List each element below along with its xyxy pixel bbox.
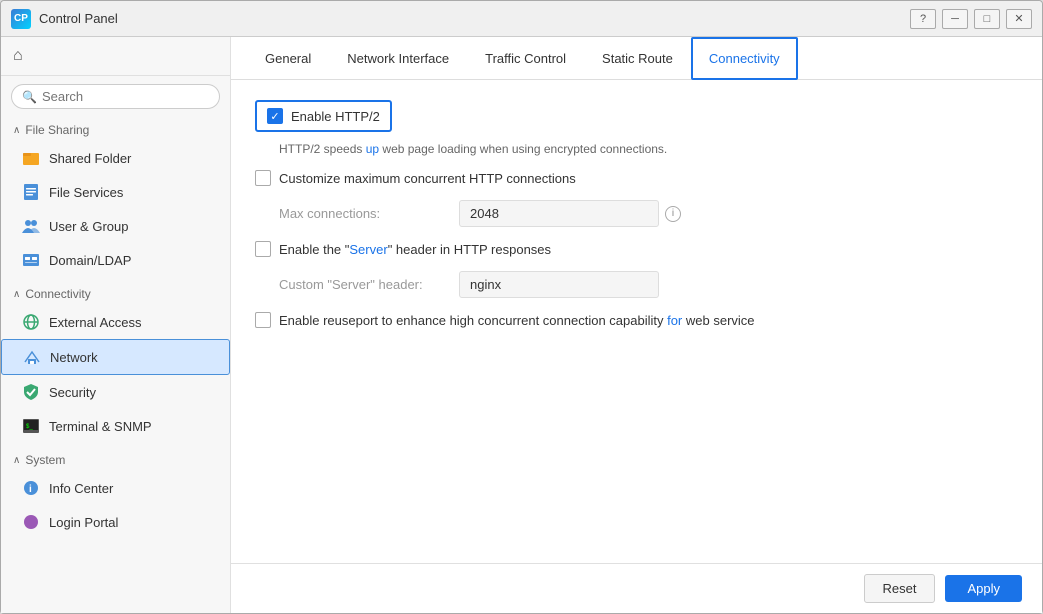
sidebar-item-user-group[interactable]: User & Group	[1, 209, 230, 243]
content-area: General Network Interface Traffic Contro…	[231, 37, 1042, 613]
sidebar-item-security[interactable]: Security	[1, 375, 230, 409]
search-icon: 🔍	[22, 90, 37, 104]
chevron-icon: ∧	[13, 125, 20, 136]
max-connections-label: Customize maximum concurrent HTTP connec…	[279, 171, 576, 186]
search-input[interactable]	[42, 89, 209, 104]
server-header-field-label: Custom "Server" header:	[279, 277, 459, 292]
search-box[interactable]: 🔍	[11, 84, 220, 109]
http2-checkbox[interactable]	[267, 108, 283, 124]
sidebar-item-terminal-snmp[interactable]: $_ Terminal & SNMP	[1, 409, 230, 443]
close-button[interactable]: ✕	[1006, 9, 1032, 29]
http2-desc-highlight: up	[366, 142, 379, 156]
tab-connectivity[interactable]: Connectivity	[691, 37, 798, 80]
server-header-form-row: Custom "Server" header:	[279, 271, 1018, 298]
chevron-icon: ∧	[13, 455, 20, 466]
sidebar-item-login-portal[interactable]: Login Portal	[1, 505, 230, 539]
svg-text:$_: $_	[26, 424, 33, 430]
tab-traffic-control[interactable]: Traffic Control	[467, 37, 584, 80]
network-icon	[22, 347, 42, 367]
help-button[interactable]: ?	[910, 9, 936, 29]
system-section: ∧ System i Info Center Login Portal	[1, 447, 230, 539]
file-services-icon	[21, 182, 41, 202]
section-label-connectivity[interactable]: ∧ Connectivity	[1, 281, 230, 305]
window-controls: ? ─ □ ✕	[910, 9, 1032, 29]
reuseport-setting-row: Enable reuseport to enhance high concurr…	[255, 312, 1018, 328]
sidebar-item-network[interactable]: Network	[1, 339, 230, 375]
server-header-setting-row: Enable the "Server" header in HTTP respo…	[255, 241, 1018, 257]
sidebar-item-external-access[interactable]: External Access	[1, 305, 230, 339]
info-icon[interactable]: i	[665, 206, 681, 222]
chevron-icon: ∧	[13, 289, 20, 300]
login-portal-label: Login Portal	[49, 515, 118, 530]
section-title-system: System	[25, 453, 65, 467]
http2-setting-row: Enable HTTP/2	[255, 100, 1018, 132]
network-label: Network	[50, 350, 98, 365]
sidebar-item-domain-ldap[interactable]: Domain/LDAP	[1, 243, 230, 277]
max-connections-setting-row: Customize maximum concurrent HTTP connec…	[255, 170, 1018, 186]
max-connections-input[interactable]	[459, 200, 659, 227]
reuseport-checkbox[interactable]	[255, 312, 271, 328]
external-access-label: External Access	[49, 315, 142, 330]
domain-ldap-icon	[21, 250, 41, 270]
section-label-file-sharing[interactable]: ∧ File Sharing	[1, 117, 230, 141]
sidebar-item-info-center[interactable]: i Info Center	[1, 471, 230, 505]
settings-content: Enable HTTP/2 HTTP/2 speeds up web page …	[231, 80, 1042, 563]
tab-network-interface[interactable]: Network Interface	[329, 37, 467, 80]
control-panel-window: CP Control Panel ? ─ □ ✕ ⌂ 🔍 ∧	[0, 0, 1043, 614]
max-connections-field-label: Max connections:	[279, 206, 459, 221]
sidebar: ⌂ 🔍 ∧ File Sharing Shared Folder	[1, 37, 231, 613]
http2-description: HTTP/2 speeds up web page loading when u…	[279, 142, 1018, 156]
login-portal-icon	[21, 512, 41, 532]
domain-ldap-label: Domain/LDAP	[49, 253, 131, 268]
user-group-label: User & Group	[49, 219, 128, 234]
terminal-snmp-icon: $_	[21, 416, 41, 436]
tab-general[interactable]: General	[247, 37, 329, 80]
tab-bar: General Network Interface Traffic Contro…	[231, 37, 1042, 80]
maximize-button[interactable]: □	[974, 9, 1000, 29]
tab-static-route[interactable]: Static Route	[584, 37, 691, 80]
connectivity-section: ∧ Connectivity External Access Network	[1, 281, 230, 443]
max-connections-checkbox[interactable]	[255, 170, 271, 186]
sidebar-item-file-services[interactable]: File Services	[1, 175, 230, 209]
reset-button[interactable]: Reset	[864, 574, 936, 603]
security-label: Security	[49, 385, 96, 400]
terminal-snmp-label: Terminal & SNMP	[49, 419, 152, 434]
shared-folder-icon	[21, 148, 41, 168]
section-title-connectivity: Connectivity	[25, 287, 90, 301]
reuseport-label: Enable reuseport to enhance high concurr…	[279, 313, 755, 328]
info-center-label: Info Center	[49, 481, 113, 496]
user-group-icon	[21, 216, 41, 236]
window-title: Control Panel	[39, 11, 910, 26]
shared-folder-label: Shared Folder	[49, 151, 131, 166]
server-header-label: Enable the "Server" header in HTTP respo…	[279, 242, 551, 257]
server-header-checkbox[interactable]	[255, 241, 271, 257]
server-header-input[interactable]	[459, 271, 659, 298]
app-icon: CP	[11, 9, 31, 29]
section-title-file-sharing: File Sharing	[25, 123, 89, 137]
section-label-system[interactable]: ∧ System	[1, 447, 230, 471]
apply-button[interactable]: Apply	[945, 575, 1022, 602]
external-access-icon	[21, 312, 41, 332]
info-center-icon: i	[21, 478, 41, 498]
file-sharing-section: ∧ File Sharing Shared Folder File Servic…	[1, 117, 230, 277]
file-services-label: File Services	[49, 185, 123, 200]
main-layout: ⌂ 🔍 ∧ File Sharing Shared Folder	[1, 37, 1042, 613]
max-connections-form-row: Max connections: i	[279, 200, 1018, 227]
minimize-button[interactable]: ─	[942, 9, 968, 29]
http2-checkbox-row[interactable]: Enable HTTP/2	[255, 100, 392, 132]
security-icon	[21, 382, 41, 402]
footer: Reset Apply	[231, 563, 1042, 613]
titlebar: CP Control Panel ? ─ □ ✕	[1, 1, 1042, 37]
svg-text:i: i	[29, 484, 32, 495]
http2-label: Enable HTTP/2	[291, 109, 380, 124]
home-icon: ⌂	[13, 47, 23, 65]
sidebar-item-shared-folder[interactable]: Shared Folder	[1, 141, 230, 175]
home-button[interactable]: ⌂	[1, 37, 230, 76]
